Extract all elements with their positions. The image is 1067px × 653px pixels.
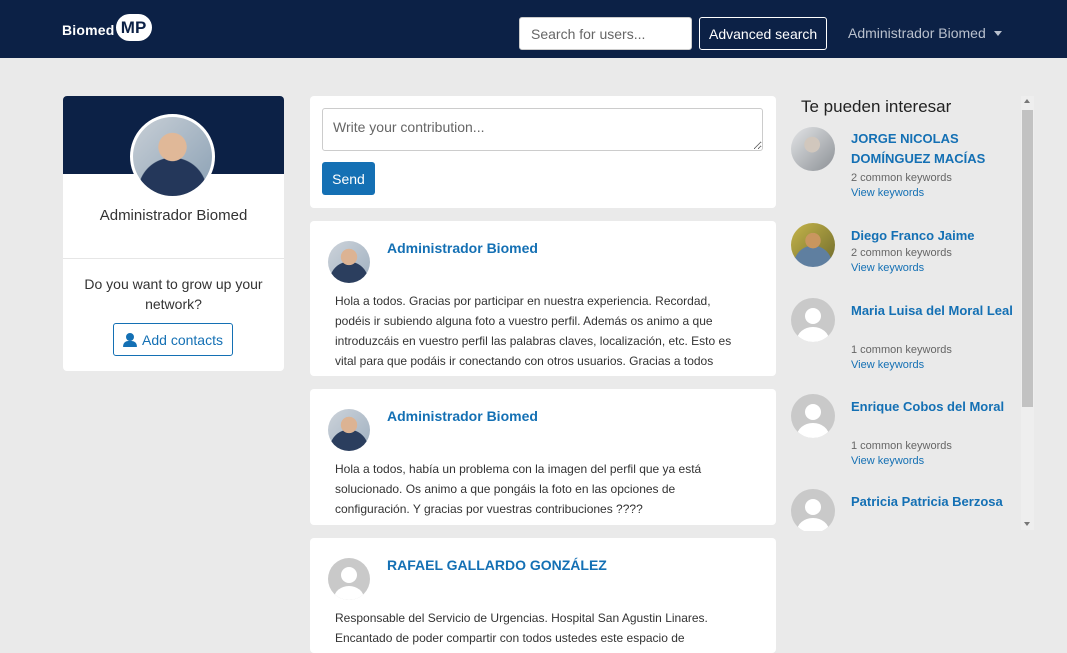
author-avatar[interactable] — [328, 409, 370, 451]
divider — [63, 258, 284, 259]
common-keywords-count: 2 common keywords — [851, 172, 952, 184]
view-keywords-link[interactable]: View keywords — [851, 359, 924, 371]
post-body: Hola a todos, había un problema con la i… — [335, 462, 702, 516]
view-keywords-link[interactable]: View keywords — [851, 187, 924, 199]
post-author[interactable]: RAFAEL GALLARDO GONZÁLEZ — [387, 557, 607, 573]
caret-down-icon — [993, 30, 1002, 36]
send-button[interactable]: Send — [322, 162, 375, 195]
advanced-search-button[interactable]: Advanced search — [699, 17, 828, 50]
app-logo[interactable]: Biomed MP — [62, 14, 152, 41]
scroll-down-icon[interactable] — [1024, 522, 1030, 526]
common-keywords-count: 2 common keywords — [851, 247, 952, 259]
default-avatar-icon[interactable] — [328, 558, 370, 600]
contribution-input[interactable] — [322, 108, 763, 151]
compose-card: Send — [310, 96, 776, 208]
view-keywords-link[interactable]: View keywords — [851, 455, 924, 467]
top-navbar: Biomed MP Advanced search Administrador … — [0, 0, 1067, 58]
user-menu-label: Administrador Biomed — [848, 25, 986, 41]
suggestion-avatar[interactable] — [791, 223, 835, 267]
profile-avatar[interactable] — [130, 114, 215, 199]
user-menu-dropdown[interactable]: Administrador Biomed — [848, 25, 1002, 41]
profile-name: Administrador Biomed — [99, 207, 248, 224]
suggestion-name[interactable]: Patricia Patricia Berzosa — [851, 492, 1016, 512]
common-keywords-count: 1 common keywords — [851, 440, 952, 452]
post-card: Administrador Biomed Hola a todos, había… — [310, 389, 776, 525]
post-card: RAFAEL GALLARDO GONZÁLEZ Responsable del… — [310, 538, 776, 653]
suggestions-list: JORGE NICOLAS DOMÍNGUEZ MACÍAS 2 common … — [786, 126, 1018, 531]
user-search-input[interactable] — [519, 17, 692, 50]
suggestions-title: Te pueden interesar — [801, 97, 952, 116]
logo-badge: MP — [115, 14, 152, 41]
scrollbar-thumb[interactable] — [1022, 110, 1033, 407]
suggestion-name[interactable]: JORGE NICOLAS DOMÍNGUEZ MACÍAS — [851, 129, 1016, 169]
suggestion-avatar[interactable] — [791, 127, 835, 171]
default-avatar-icon[interactable] — [791, 298, 835, 342]
post-body: Responsable del Servicio de Urgencias. H… — [335, 611, 708, 653]
grow-network-prompt: Do you want to grow up your network? — [84, 276, 263, 312]
suggestion-name[interactable]: Enrique Cobos del Moral — [851, 397, 1016, 417]
suggestion-name[interactable]: Maria Luisa del Moral Leal — [851, 301, 1016, 321]
post-author[interactable]: Administrador Biomed — [387, 408, 538, 424]
scroll-up-icon[interactable] — [1024, 99, 1030, 103]
view-keywords-link[interactable]: View keywords — [851, 262, 924, 274]
logo-text: Biomed — [62, 21, 115, 38]
author-avatar[interactable] — [328, 241, 370, 283]
common-keywords-count: 1 common keywords — [851, 344, 952, 356]
post-card: Administrador Biomed Hola a todos. Graci… — [310, 221, 776, 376]
post-body: Hola a todos. Gracias por participar en … — [335, 294, 732, 368]
add-contacts-button[interactable]: Add contacts — [113, 323, 233, 356]
default-avatar-icon[interactable] — [791, 394, 835, 438]
default-avatar-icon[interactable] — [791, 489, 835, 531]
suggestion-name[interactable]: Diego Franco Jaime — [851, 226, 1016, 246]
suggestions-scrollbar[interactable] — [1021, 96, 1034, 530]
add-contacts-label: Add contacts — [142, 331, 223, 348]
user-icon — [123, 333, 138, 347]
profile-card: Administrador Biomed Do you want to grow… — [63, 96, 284, 371]
post-author[interactable]: Administrador Biomed — [387, 240, 538, 256]
